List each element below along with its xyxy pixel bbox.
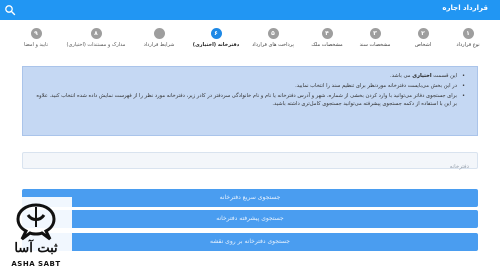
page-title: قرارداد اجاره [442,4,488,12]
step-notary-office[interactable]: ۶ دفترخانه (اختیاری) [186,28,246,48]
info-optional-note: این قسمت اختیاری می باشد. [35,72,465,80]
logo-emblem-icon [16,203,56,241]
step-label: مشخصات ملک [311,42,343,48]
step-confirm-sign[interactable]: ۹ تایید و امضا [6,28,66,48]
step-number [153,28,165,39]
quick-search-button[interactable]: جستجوی سریع دفترخانه [22,189,478,207]
app-header: قرارداد اجاره [0,0,500,20]
logo-text-fa: ثبت آسا [14,241,58,256]
brand-logo: ثبت آسا ASHA SABT [0,197,72,273]
info-bold-text: اختیاری [412,73,432,79]
step-contract-terms[interactable]: شرایط قرارداد [129,28,189,48]
step-number: ۵ [267,28,279,39]
step-number: ۸ [90,28,102,39]
step-label: تایید و امضا [24,42,48,48]
step-property-details[interactable]: ۴ مشخصات ملک [297,28,357,48]
wizard-stepper: ۱ نوع قرارداد ۲ اشخاص ۳ مشخصات سند ۴ مشخ… [0,28,500,60]
step-number: ۱ [462,28,474,39]
step-number: ۳ [369,28,381,39]
info-search-note: برای جستجوی دفاتر می‌توانید با وارد کردن… [35,92,465,108]
step-contract-payments[interactable]: ۵ پرداخت های قرارداد [243,28,303,48]
step-label: پرداخت های قرارداد [252,42,294,48]
step-label: دفترخانه (اختیاری) [192,42,240,48]
notary-search-input[interactable] [23,159,477,175]
map-search-button[interactable]: جستجوی دفترخانه بر روی نقشه [22,233,478,251]
step-number: ۹ [30,28,42,39]
step-number: ۴ [321,28,333,39]
step-number: ۶ [210,28,222,39]
info-select-note: در این بخش می‌بایست دفترخانه موردنظر برا… [35,82,465,90]
info-text: این قسمت [431,73,457,79]
step-documents[interactable]: ۸ مدارک و مستندات (اختیاری) [66,28,126,48]
search-icon[interactable] [4,4,16,16]
step-label: شرایط قرارداد [143,42,175,48]
logo-text-en: ASHA SABT [11,260,61,268]
info-alert: این قسمت اختیاری می باشد. در این بخش می‌… [22,66,478,136]
step-label: مدارک و مستندات (اختیاری) [66,42,126,48]
notary-search-field[interactable] [22,152,478,175]
advanced-search-button[interactable]: جستجوی پیشرفته دفترخانه [22,210,478,228]
step-number: ۲ [417,28,429,39]
info-text: می باشد. [390,73,413,79]
